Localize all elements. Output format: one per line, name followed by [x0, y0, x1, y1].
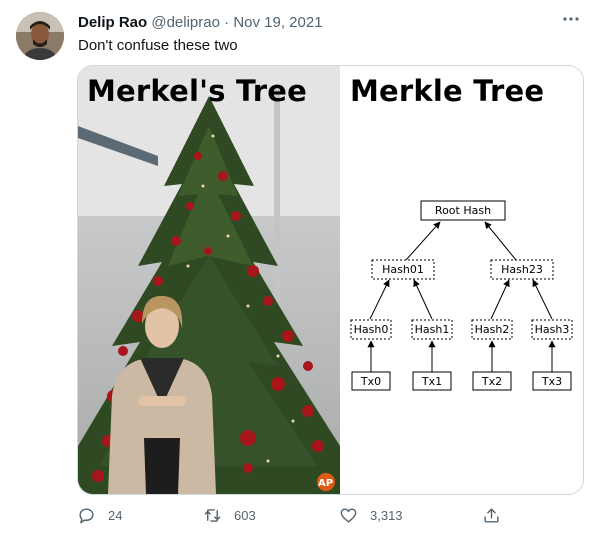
author-name[interactable]: Delip Rao — [78, 14, 147, 31]
svg-text:Tx2: Tx2 — [481, 375, 502, 388]
tweet-media[interactable]: AP Merkel's Tree Merkle Tree Root Hash H… — [77, 65, 584, 495]
like-count: 3,313 — [370, 508, 403, 523]
hash2-node: Hash2 — [471, 319, 513, 340]
reply-button[interactable]: 24 — [77, 506, 122, 525]
reply-count: 24 — [108, 508, 123, 523]
author-handle[interactable]: @deliprao — [151, 14, 220, 31]
retweet-icon — [204, 509, 221, 522]
share-icon — [484, 508, 499, 523]
tx2-node: Tx2 — [472, 371, 512, 391]
hash23-node: Hash23 — [490, 259, 554, 280]
hash1-node: Hash1 — [411, 319, 453, 340]
tweet-date[interactable]: Nov 19, 2021 — [233, 14, 322, 31]
svg-text:AP: AP — [318, 478, 333, 489]
svg-text:Hash2: Hash2 — [475, 323, 510, 336]
action-bar: 24 603 3,313 — [0, 506, 598, 530]
heart-icon — [340, 508, 357, 523]
svg-text:Tx3: Tx3 — [541, 375, 562, 388]
svg-text:Hash01: Hash01 — [382, 263, 424, 276]
svg-text:Root Hash: Root Hash — [435, 204, 491, 217]
left-caption: Merkel's Tree — [87, 74, 308, 108]
retweet-count: 603 — [234, 508, 256, 523]
tx3-node: Tx3 — [532, 371, 572, 391]
avatar-photo — [16, 12, 64, 60]
svg-text:Hash1: Hash1 — [415, 323, 450, 336]
right-caption: Merkle Tree — [350, 74, 545, 108]
tweet-header: Delip Rao @deliprao · Nov 19, 2021 — [78, 14, 323, 31]
retweet-button[interactable]: 603 — [203, 506, 256, 525]
svg-text:Hash3: Hash3 — [535, 323, 570, 336]
christmas-tree-photo: AP Merkel's Tree — [78, 66, 340, 494]
tx1-node: Tx1 — [412, 371, 452, 391]
like-button[interactable]: 3,313 — [339, 506, 403, 525]
reply-icon — [79, 508, 94, 524]
svg-text:Tx1: Tx1 — [421, 375, 442, 388]
hash01-node: Hash01 — [371, 259, 435, 280]
svg-text:Hash0: Hash0 — [354, 323, 389, 336]
hash3-node: Hash3 — [531, 319, 573, 340]
share-button[interactable] — [482, 506, 513, 525]
watermark: AP — [317, 473, 335, 491]
tx0-node: Tx0 — [351, 371, 391, 391]
separator: · — [224, 14, 230, 31]
hash0-node: Hash0 — [350, 319, 392, 340]
root-hash-node: Root Hash — [420, 200, 506, 221]
svg-text:Tx0: Tx0 — [360, 375, 381, 388]
merkle-tree-diagram: Merkle Tree Root Hash Hash01 Hash23 Hash… — [340, 66, 583, 494]
more-icon[interactable] — [560, 8, 582, 35]
avatar[interactable] — [16, 12, 64, 60]
tweet-text: Don't confuse these two — [78, 37, 238, 54]
svg-text:Hash23: Hash23 — [501, 263, 543, 276]
